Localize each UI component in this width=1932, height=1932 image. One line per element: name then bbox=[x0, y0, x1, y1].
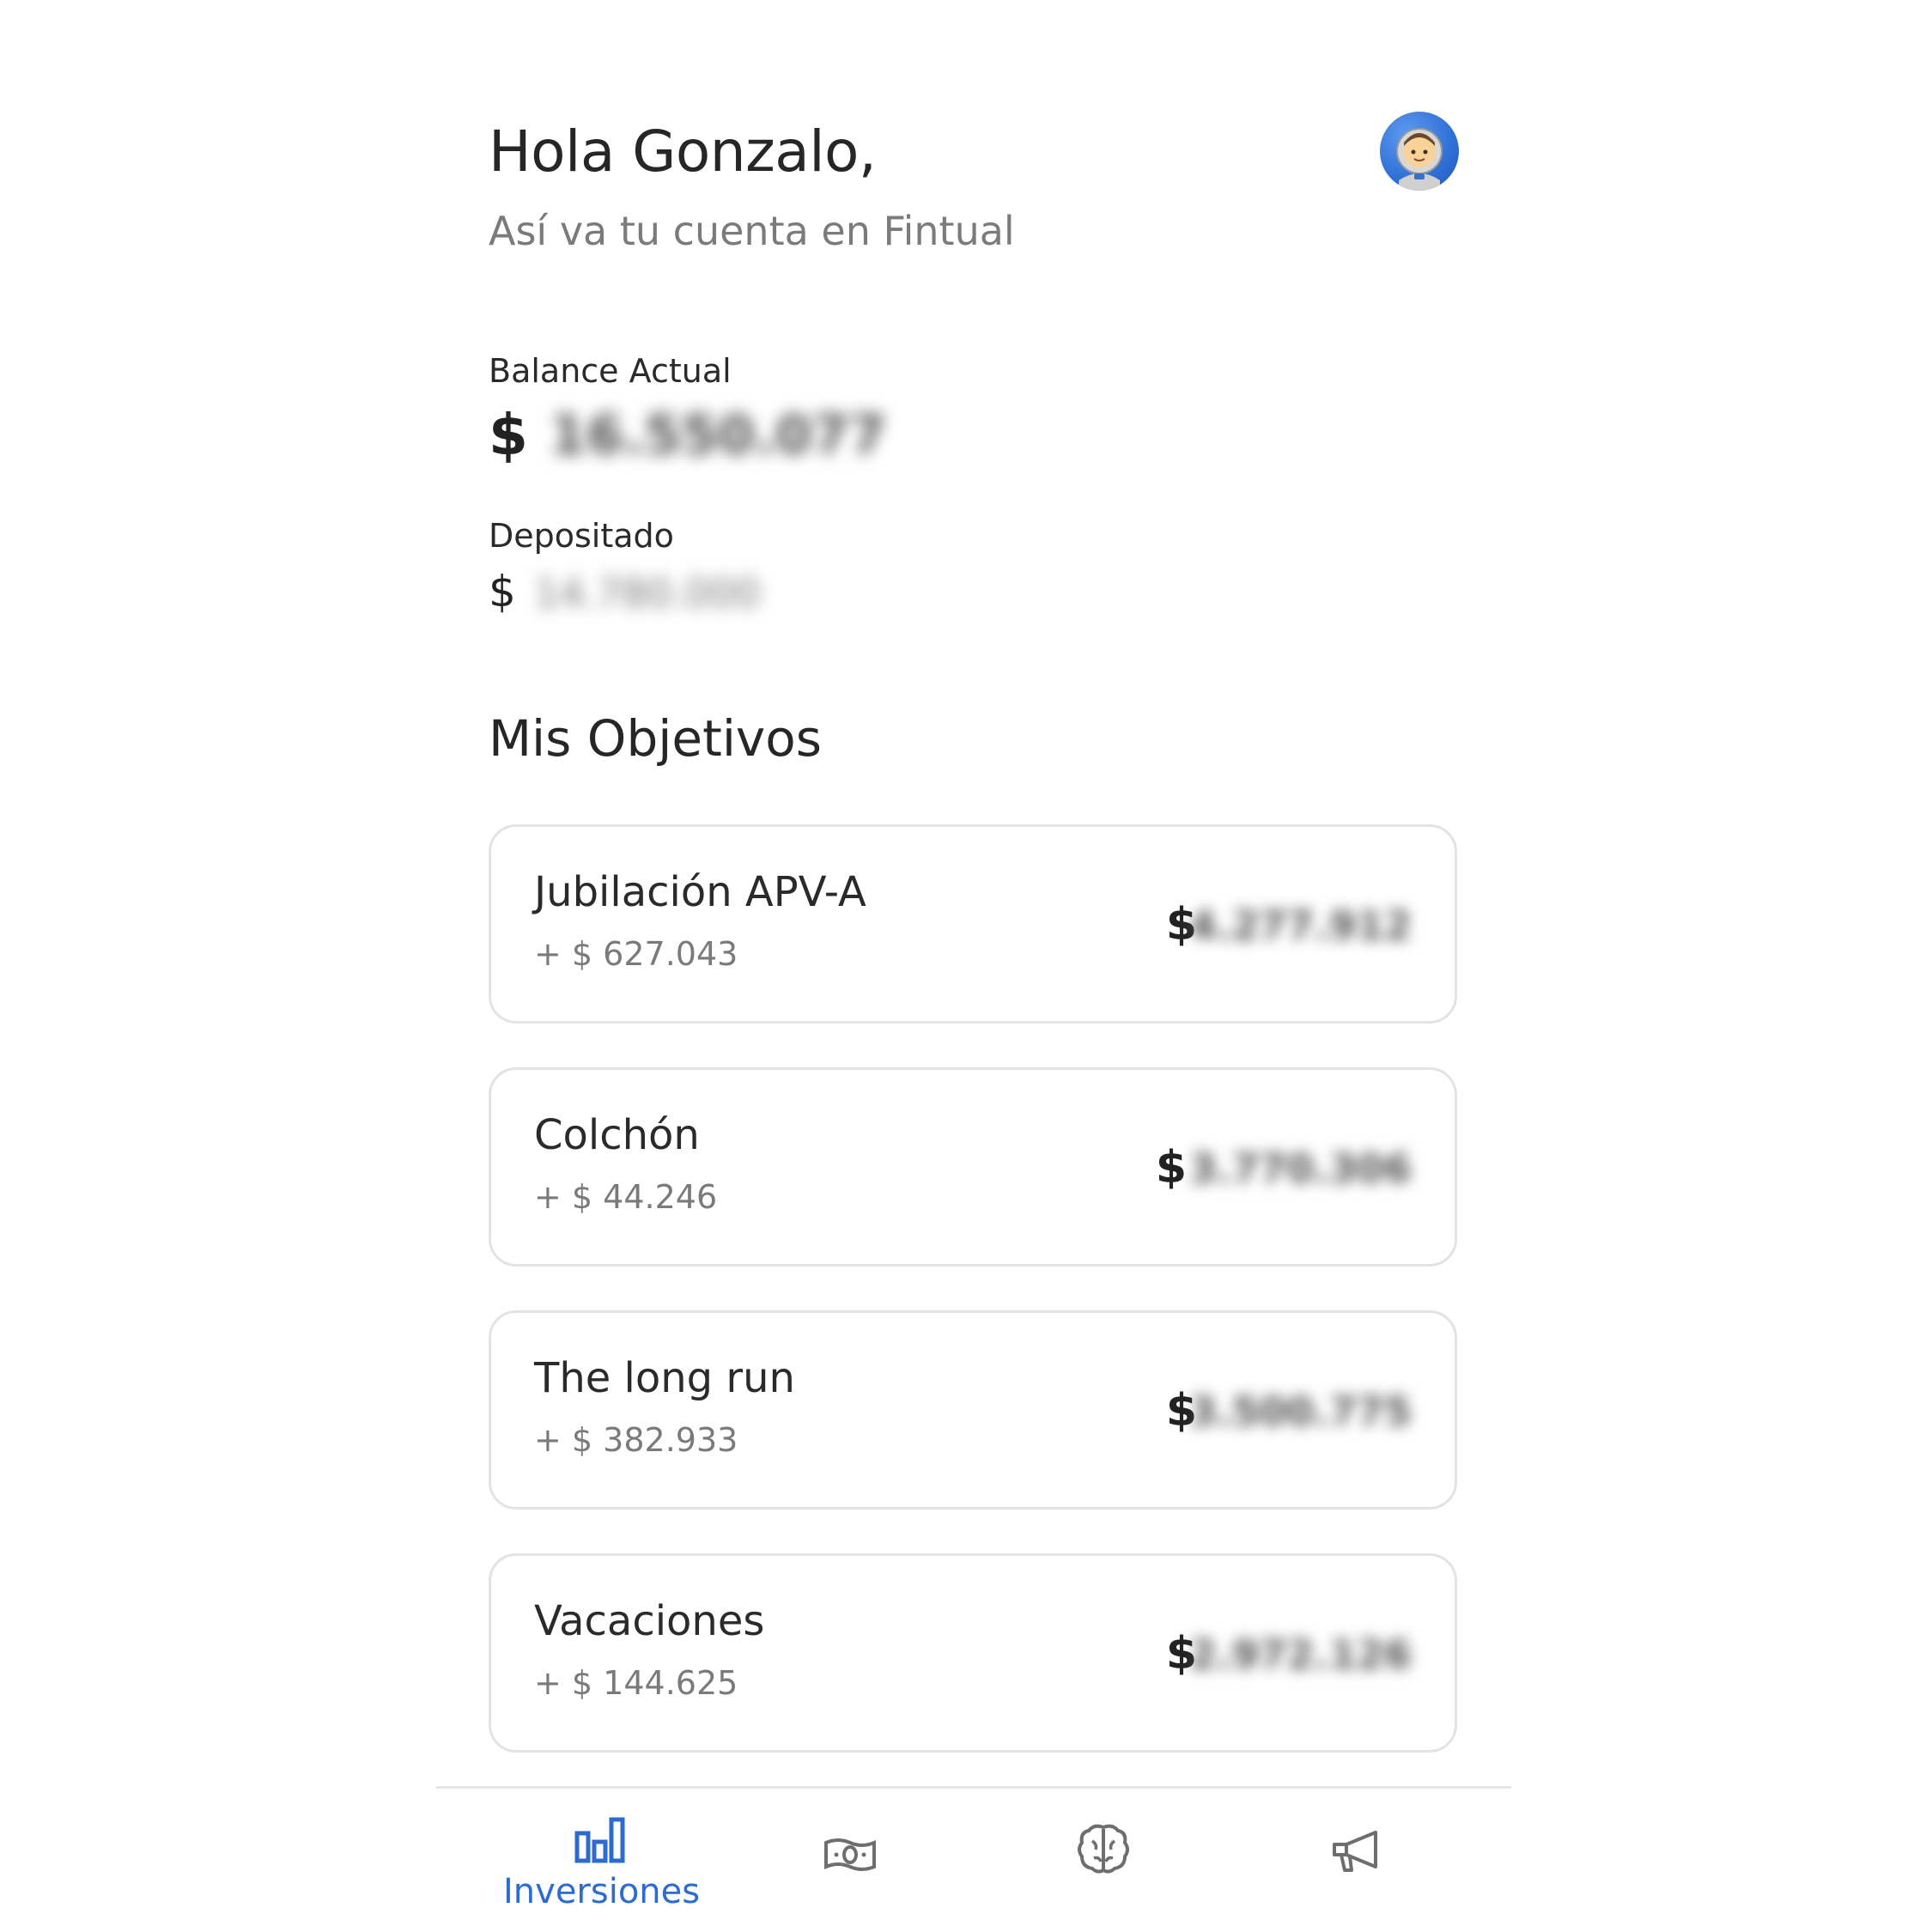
brain-icon bbox=[1078, 1824, 1129, 1874]
deposit-label: Depositado bbox=[489, 517, 674, 555]
home-screen: Hola Gonzalo, Así va tu cuenta en Fintua… bbox=[0, 0, 1932, 1932]
goal-name: Colchón bbox=[534, 1111, 700, 1159]
balance-label: Balance Actual bbox=[489, 352, 732, 390]
megaphone-icon bbox=[1333, 1831, 1377, 1872]
deposit-currency: $ bbox=[489, 567, 516, 617]
goal-gain: + $ 144.625 bbox=[534, 1664, 738, 1702]
goal-name: Jubilación APV-A bbox=[534, 868, 866, 916]
goal-gain: + $ 627.043 bbox=[534, 935, 738, 973]
deposit-value: 14.780.000 bbox=[534, 570, 761, 617]
astronaut-avatar-icon[interactable] bbox=[1380, 112, 1459, 191]
goal-card[interactable]: Vacaciones + $ 144.625 $ 2.972.126 bbox=[489, 1553, 1457, 1753]
goal-card[interactable]: Jubilación APV-A + $ 627.043 $ 4.277.912 bbox=[489, 824, 1457, 1024]
nav-tab-money[interactable] bbox=[823, 1834, 878, 1874]
nav-tab-announcements[interactable] bbox=[1329, 1827, 1382, 1875]
goal-card[interactable]: Colchón + $ 44.246 $ 3.770.306 bbox=[489, 1067, 1457, 1267]
greeting-subtitle: Así va tu cuenta en Fintual bbox=[489, 208, 1015, 254]
bottom-nav-divider bbox=[436, 1786, 1511, 1789]
goal-value: 3.770.306 bbox=[1189, 1145, 1412, 1192]
greeting-title: Hola Gonzalo, bbox=[489, 118, 877, 185]
balance-value: 16.550.077 bbox=[550, 404, 887, 466]
goal-currency: $ bbox=[1155, 1142, 1187, 1194]
bar-chart-icon bbox=[574, 1817, 625, 1863]
nav-label-inversiones[interactable]: Inversiones bbox=[503, 1872, 700, 1911]
goal-gain: + $ 44.246 bbox=[534, 1178, 718, 1216]
goal-name: The long run bbox=[534, 1354, 795, 1402]
goal-gain: + $ 382.933 bbox=[534, 1421, 738, 1459]
money-bill-icon bbox=[824, 1838, 876, 1871]
goal-card[interactable]: The long run + $ 382.933 $ 3.500.775 bbox=[489, 1310, 1457, 1510]
astronaut-icon bbox=[1396, 128, 1443, 191]
goal-value: 4.277.912 bbox=[1189, 902, 1412, 949]
goals-section-title: Mis Objetivos bbox=[489, 709, 822, 768]
goal-value: 3.500.775 bbox=[1189, 1388, 1412, 1435]
goal-name: Vacaciones bbox=[534, 1597, 765, 1645]
nav-tab-inversiones[interactable] bbox=[574, 1816, 627, 1864]
goal-value: 2.972.126 bbox=[1189, 1631, 1412, 1678]
balance-currency: $ bbox=[489, 402, 528, 468]
nav-tab-brain[interactable] bbox=[1077, 1822, 1130, 1875]
